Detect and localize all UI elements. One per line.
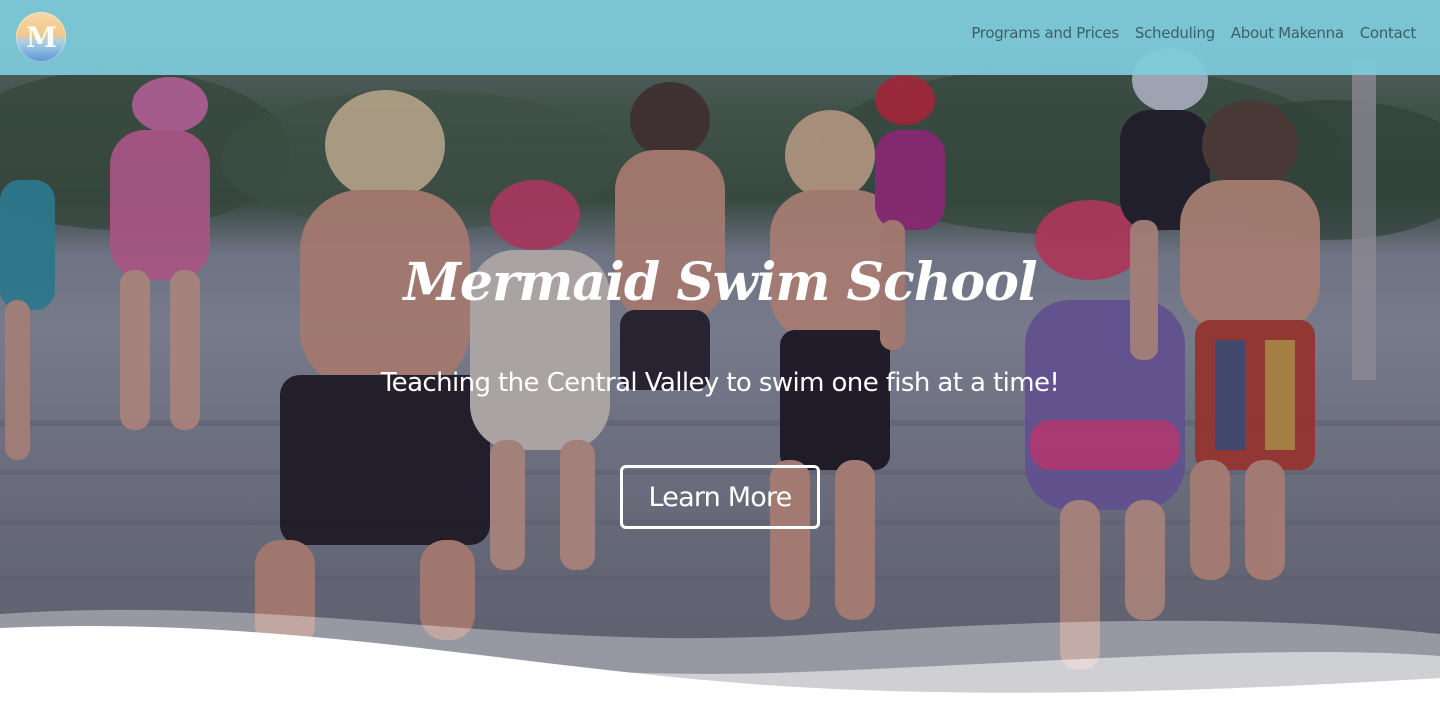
nav-link-contact[interactable]: Contact xyxy=(1360,24,1417,42)
hero-title: Mermaid Swim School xyxy=(403,252,1037,313)
hero-tagline: Teaching the Central Valley to swim one … xyxy=(380,368,1060,398)
nav-link-scheduling[interactable]: Scheduling xyxy=(1135,24,1215,42)
top-navbar: M Programs and Prices Scheduling About M… xyxy=(0,0,1440,75)
nav-link-about-makenna[interactable]: About Makenna xyxy=(1231,24,1344,42)
learn-more-button[interactable]: Learn More xyxy=(620,465,820,529)
logo[interactable]: M xyxy=(16,12,66,62)
bottom-wave-divider xyxy=(0,609,1440,704)
hero-section: Mermaid Swim School Teaching the Central… xyxy=(0,0,1440,704)
logo-letter: M xyxy=(26,21,57,54)
page: Mermaid Swim School Teaching the Central… xyxy=(0,0,1440,704)
nav-link-programs-and-prices[interactable]: Programs and Prices xyxy=(971,24,1119,42)
nav-links: Programs and Prices Scheduling About Mak… xyxy=(971,24,1416,42)
